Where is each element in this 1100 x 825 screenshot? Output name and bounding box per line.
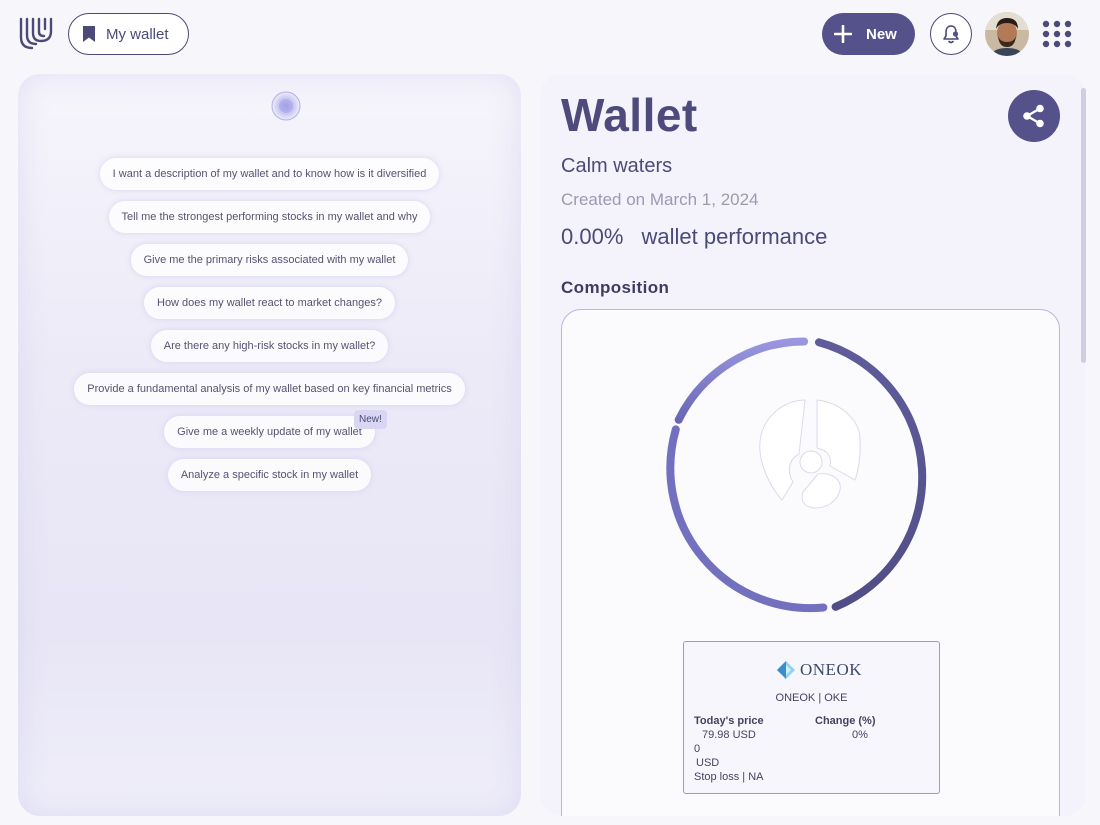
suggestion-text: I want a description of my wallet and to… [112,168,427,180]
suggestion-text: Give me a weekly update of my wallet [177,426,362,438]
suggestion-text: Tell me the strongest performing stocks … [121,211,418,223]
zero-value: 0 [694,743,701,755]
new-button[interactable]: New [822,13,915,55]
change-label: Change (%) [815,715,876,727]
currency-label: USD [696,757,720,769]
suggestion-chip[interactable]: Analyze a specific stock in my wallet [167,459,372,491]
suggestion-chip[interactable]: Are there any high-risk stocks in my wal… [150,330,389,362]
wallet-subtitle: Calm waters [561,155,673,177]
donut-segment[interactable] [666,425,828,613]
created-date: Created on March 1, 2024 [561,190,759,209]
composition-card: ONEOK ONEOK | OKE Today's price 79.98 US… [561,309,1060,816]
suggestion-text: Analyze a specific stock in my wallet [180,469,359,481]
donut-segment[interactable] [815,338,927,611]
page-title: Wallet [561,89,698,141]
notifications-button[interactable] [930,13,972,55]
suggestion-text: Provide a fundamental analysis of my wal… [87,383,452,395]
my-wallet-button[interactable]: My wallet [68,13,189,55]
price-value: 79.98 USD [702,729,756,741]
suggestion-chip[interactable]: Provide a fundamental analysis of my wal… [74,373,465,405]
plus-icon [834,25,852,43]
change-value: 0% [852,729,868,741]
oneok-diamond-icon [777,661,795,679]
suggestion-chip[interactable]: Give me a weekly update of my wallet New… [164,410,387,448]
bookmark-icon [83,26,95,42]
suggestion-chip[interactable]: Tell me the strongest performing stocks … [108,201,431,233]
suggestion-list: I want a description of my wallet and to… [18,158,521,491]
assistant-panel: I want a description of my wallet and to… [18,74,521,816]
oneok-logo: ONEOK [776,660,862,680]
performance-label: wallet performance [641,224,828,249]
my-wallet-label: My wallet [106,25,169,43]
composition-donut-chart[interactable] [662,322,960,620]
stock-tooltip: ONEOK ONEOK | OKE Today's price 79.98 US… [683,641,940,794]
suggestion-chip[interactable]: How does my wallet react to market chang… [144,287,395,319]
new-button-label: New [866,25,897,43]
user-avatar[interactable] [985,12,1029,56]
suggestion-text: How does my wallet react to market chang… [157,297,382,309]
bell-icon [943,25,959,44]
share-icon [1023,104,1044,128]
suggestion-chip[interactable]: I want a description of my wallet and to… [99,158,440,190]
composition-title: Composition [561,278,670,297]
suggestion-text: Give me the primary risks associated wit… [143,254,396,266]
center-watermark-icon [759,399,861,509]
assistant-orb-icon [271,91,301,121]
wallet-performance: 0.00% wallet performance [561,224,827,250]
performance-value: 0.00% [561,224,624,249]
new-badge: New! [354,410,387,429]
suggestion-text: Are there any high-risk stocks in my wal… [163,340,376,352]
stock-name-ticker: ONEOK | OKE [775,692,848,704]
suggestion-chip[interactable]: Give me the primary risks associated wit… [130,244,409,276]
apps-grid-icon[interactable] [1041,19,1073,49]
top-bar: My wallet New [0,0,1100,68]
share-button[interactable] [1008,90,1060,142]
stop-loss: Stop loss | NA [694,771,764,783]
scrollbar[interactable] [1081,88,1086,363]
app-logo-icon[interactable] [18,15,56,51]
price-label: Today's price [694,715,764,727]
avatar-image [985,12,1029,56]
wallet-panel: Wallet Calm waters Created on March 1, 2… [540,74,1086,816]
oneok-brand-text: ONEOK [800,660,862,679]
